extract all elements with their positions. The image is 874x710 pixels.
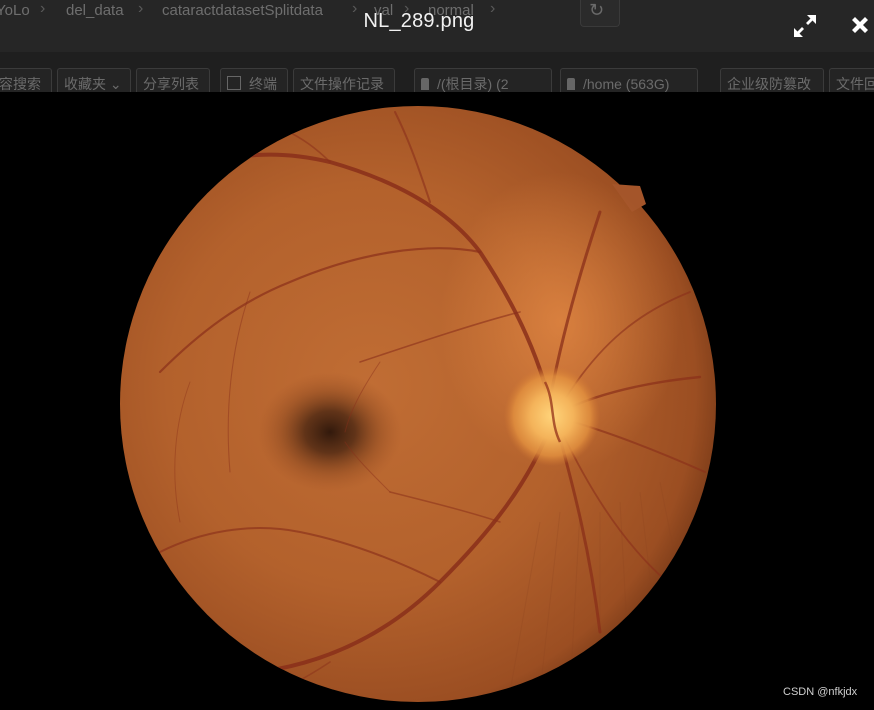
- toolbar-button-root-drive[interactable]: /(根目录) (2: [414, 68, 552, 92]
- fundus-image: [120, 106, 716, 702]
- toolbar-button-recycle[interactable]: 文件回: [829, 68, 874, 92]
- toolbar-button-label: 分享列表: [143, 76, 199, 92]
- toolbar-button-terminal[interactable]: 终端: [220, 68, 288, 92]
- toolbar-button-label: 企业级防篡改: [727, 76, 811, 92]
- toolbar-button-label: 文件回: [836, 76, 874, 92]
- image-viewer-screen: YoLo › del_data › cataractdatasetSplitda…: [0, 0, 874, 710]
- toolbar-button-label: /home (563G): [583, 76, 670, 92]
- toolbar-button-search[interactable]: 容搜索: [0, 68, 52, 92]
- macula: [258, 372, 402, 492]
- toolbar-button-tamper-protection[interactable]: 企业级防篡改: [720, 68, 824, 92]
- drive-icon: [567, 78, 575, 90]
- watermark: CSDN @nfkjdx: [783, 686, 858, 698]
- toolbar-button-label: 文件操作记录: [300, 76, 384, 92]
- chevron-down-icon: ⌄: [109, 76, 122, 92]
- toolbar-button-share-list[interactable]: 分享列表: [136, 68, 210, 92]
- image-filename-title: NL_289.png: [363, 10, 475, 32]
- toolbar-button-label: 终端: [249, 76, 277, 92]
- close-icon[interactable]: [848, 13, 872, 37]
- toolbar-button-home-drive[interactable]: /home (563G): [560, 68, 698, 92]
- toolbar-button-file-log[interactable]: 文件操作记录: [293, 68, 395, 92]
- toolbar-button-label: 容搜索: [0, 76, 41, 92]
- toolbar-button-favorites[interactable]: 收藏夹 ⌄: [57, 68, 131, 92]
- drive-icon: [421, 78, 429, 90]
- expand-icon[interactable]: [792, 13, 818, 39]
- toolbar-button-label: /(根目录) (2: [437, 76, 509, 92]
- image-stage: [0, 92, 874, 710]
- terminal-icon: [227, 76, 241, 90]
- toolbar-button-label: 收藏夹: [64, 76, 106, 92]
